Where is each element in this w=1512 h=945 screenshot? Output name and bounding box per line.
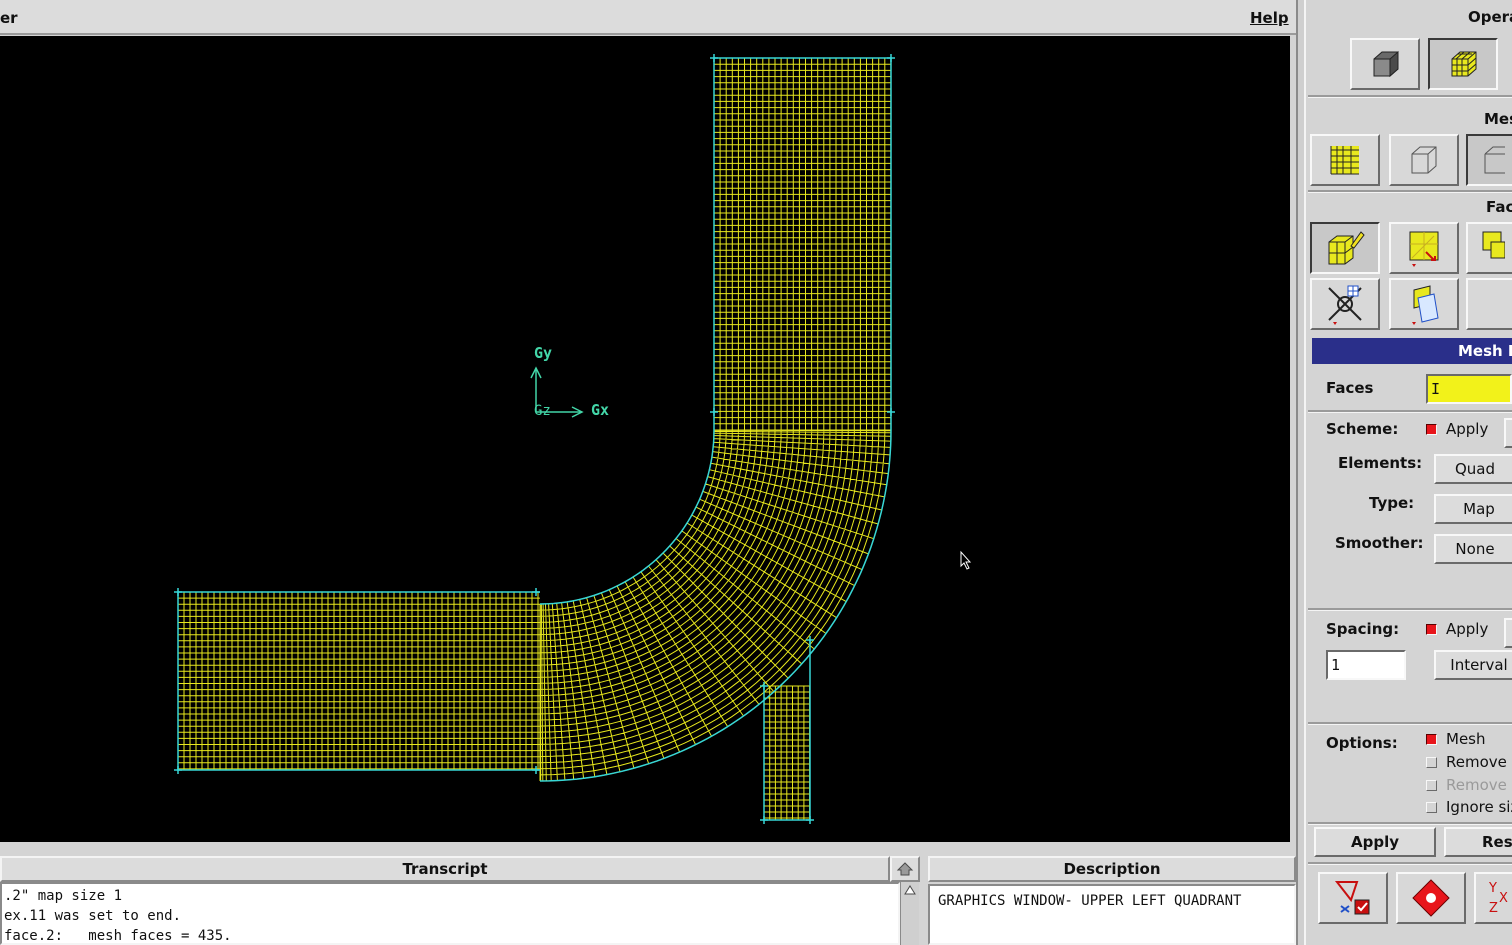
spacing-apply-checkbox[interactable]: Apply [1426, 620, 1488, 638]
svg-text:Y: Y [1488, 881, 1497, 896]
face-link-icon [1482, 231, 1505, 259]
transcript-line: face.2: mesh faces = 435. [4, 928, 232, 944]
spacing-type-select[interactable]: Interval [1434, 650, 1512, 680]
fit-view-icon [1334, 881, 1370, 915]
geometry-button[interactable] [1350, 38, 1420, 90]
face-section-title: Fac [1486, 198, 1512, 216]
wire-face-icon [1484, 146, 1505, 174]
spacing-default-button[interactable] [1504, 618, 1512, 648]
elements-label: Elements: [1338, 454, 1423, 472]
boundary-layer-button[interactable] [1310, 134, 1380, 186]
option-label: Mesh [1446, 730, 1486, 748]
apply-button[interactable]: Apply [1314, 827, 1436, 857]
type-label: Type: [1369, 494, 1415, 512]
svg-text:X: X [1499, 891, 1508, 906]
description-header: Description [928, 856, 1296, 882]
transcript-scrollbar[interactable] [900, 882, 919, 945]
checkbox-box [1426, 757, 1437, 768]
graphics-window[interactable]: Gy Gx Gz [0, 36, 1290, 842]
option-label: Ignore siz [1446, 798, 1512, 816]
faces-label: Faces [1326, 379, 1374, 397]
house-up-icon [896, 862, 914, 876]
scroll-up-icon[interactable] [901, 882, 919, 898]
scheme-default-button[interactable] [1504, 418, 1512, 448]
window-title: er [0, 9, 18, 27]
face-vertex-button[interactable] [1466, 222, 1512, 274]
option-label: Remove l [1446, 776, 1512, 794]
mesh-grid-icon [1330, 146, 1359, 175]
face-shape-icon [1412, 285, 1439, 325]
face-extra-button[interactable] [1466, 278, 1512, 330]
wire-cube-icon [1411, 146, 1437, 174]
description-text: GRAPHICS WINDOW- UPPER LEFT QUADRANT [928, 884, 1296, 945]
menubar: er Help [0, 0, 1296, 35]
mesh-faces-title: Mesh F [1458, 342, 1512, 360]
select-visible-button[interactable] [1396, 872, 1466, 924]
modify-faces-button[interactable] [1389, 278, 1459, 330]
diamond-icon [1412, 879, 1450, 917]
axis-label-z: Gz [534, 403, 551, 419]
option-remove-old-checkbox[interactable]: Remove o [1426, 753, 1512, 771]
fit-view-button[interactable] [1318, 872, 1388, 924]
scheme-label: Scheme: [1326, 420, 1399, 438]
option-label: Remove o [1446, 753, 1512, 771]
edge-button[interactable] [1389, 134, 1459, 186]
transcript-expand-button[interactable] [890, 856, 920, 882]
options-label: Options: [1326, 734, 1398, 752]
transcript-line: ex.11 was set to end. [4, 908, 182, 924]
orient-model-button[interactable]: Y X Z [1474, 872, 1512, 924]
transcript-header: Transcript [0, 856, 890, 882]
mesh-canvas[interactable]: Gy Gx Gz [0, 36, 1290, 842]
spacing-label: Spacing: [1326, 620, 1400, 638]
face-node-icon [1328, 285, 1362, 325]
transcript-line: .2" map size 1 [4, 888, 123, 904]
mesh-faces-title-bar: Mesh F [1312, 338, 1512, 364]
elements-select[interactable]: Quad [1434, 454, 1512, 484]
option-remove-lower-checkbox: Remove l [1426, 776, 1512, 794]
svg-text:Z: Z [1489, 901, 1498, 916]
help-menu[interactable]: Help [1250, 9, 1289, 27]
mesh-cube-icon [1451, 51, 1477, 77]
spacing-value-input[interactable]: 1 [1326, 650, 1406, 680]
face-mesh-icon [1328, 231, 1365, 265]
type-select[interactable]: Map [1434, 494, 1512, 524]
face-button[interactable] [1466, 134, 1512, 186]
smoother-select[interactable]: None [1434, 534, 1512, 564]
scheme-apply-checkbox[interactable]: Apply [1426, 420, 1488, 438]
solid-cube-icon [1373, 50, 1399, 78]
faces-input[interactable]: I [1426, 374, 1512, 404]
checkbox-box [1426, 624, 1437, 635]
mouse-cursor-icon [960, 550, 972, 570]
option-ignore-size-checkbox[interactable]: Ignore siz [1426, 798, 1512, 816]
face-select-icon [1409, 231, 1439, 267]
coordinate-axes: Gy Gx Gz [530, 344, 609, 419]
description-line: GRAPHICS WINDOW- UPPER LEFT QUADRANT [938, 893, 1242, 909]
checkbox-box [1426, 734, 1437, 745]
scheme-apply-label: Apply [1446, 420, 1489, 438]
mesh-grid [177, 57, 892, 820]
reset-button[interactable]: Res [1444, 827, 1512, 857]
operation-title: Opera [1468, 8, 1512, 26]
link-faces-button[interactable] [1389, 222, 1459, 274]
panel-divider[interactable] [1296, 0, 1306, 945]
checkbox-box [1426, 780, 1437, 791]
axis-label-y: Gy [534, 344, 552, 362]
axis-label-x: Gx [591, 401, 609, 419]
mesh-faces-button[interactable] [1310, 222, 1380, 274]
axes-xyz-icon: Y X Z [1488, 881, 1508, 916]
spacing-apply-label: Apply [1446, 620, 1489, 638]
option-mesh-checkbox[interactable]: Mesh [1426, 730, 1486, 748]
transcript-text: .2" map size 1 ex.11 was set to end. fac… [0, 882, 900, 945]
mesh-section-title: Mes [1484, 110, 1512, 128]
smooth-faces-button[interactable] [1310, 278, 1380, 330]
checkbox-box [1426, 424, 1437, 435]
checkbox-box [1426, 802, 1437, 813]
smoother-label: Smoother: [1335, 534, 1424, 552]
mesh-button[interactable] [1428, 38, 1498, 90]
